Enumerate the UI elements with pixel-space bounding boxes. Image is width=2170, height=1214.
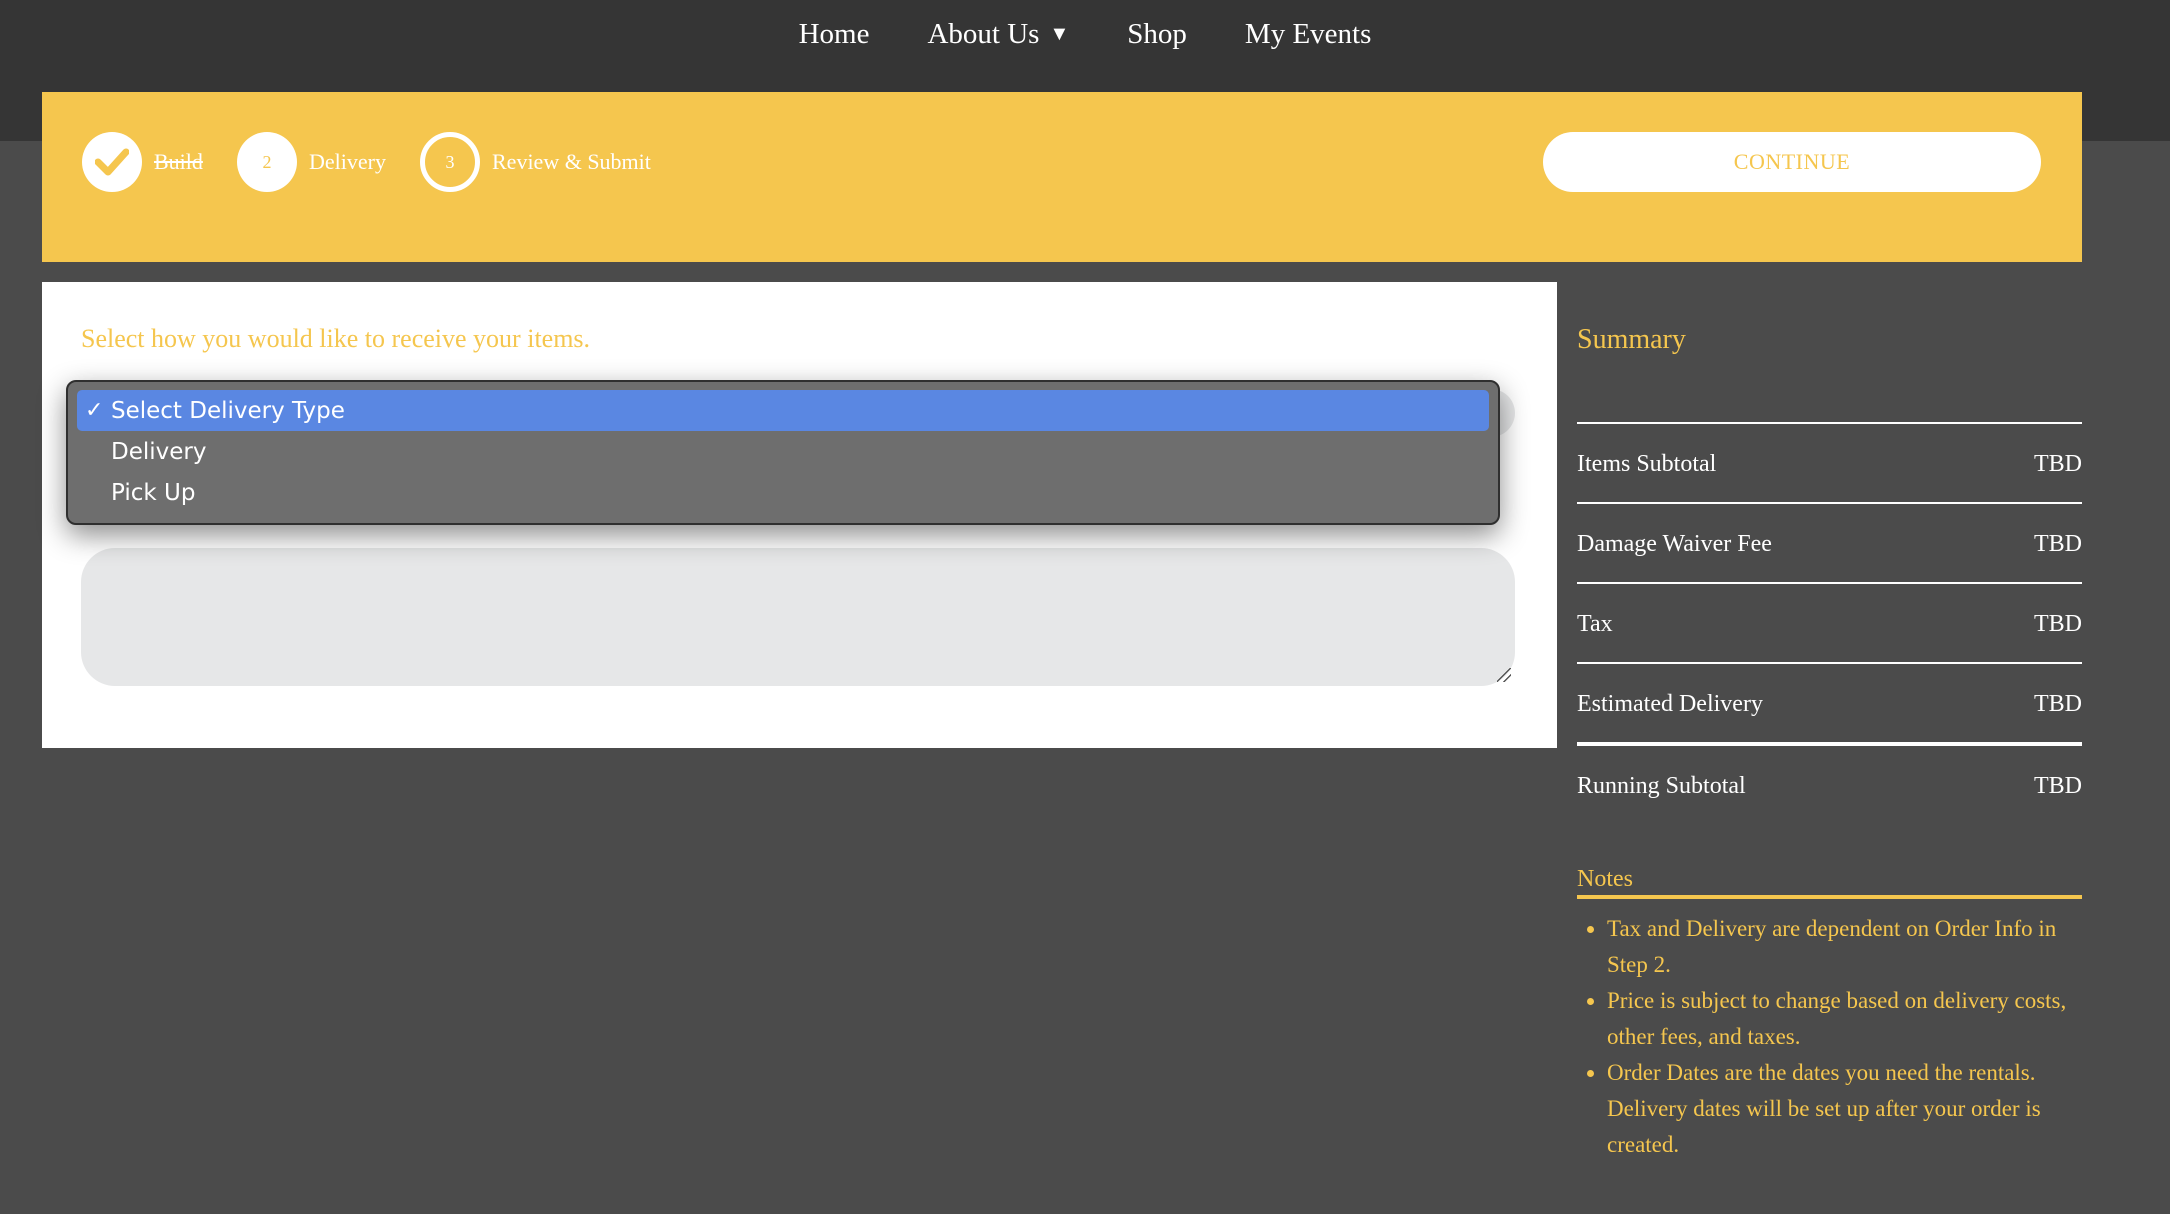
summary-row-tax: Tax TBD	[1577, 582, 2082, 664]
nav-about-us-label: About Us	[927, 18, 1040, 50]
option-pick-up[interactable]: Pick Up	[77, 472, 1489, 513]
step-build[interactable]: Build	[82, 132, 203, 192]
nav-shop[interactable]: Shop	[1127, 18, 1187, 51]
list-item: Tax and Delivery are dependent on Order …	[1607, 911, 2082, 983]
order-notes-textarea[interactable]	[81, 548, 1515, 686]
notes-title: Notes	[1577, 866, 2082, 899]
nav-about-us[interactable]: About Us ▼	[927, 18, 1069, 51]
summary-label: Estimated Delivery	[1577, 690, 1763, 717]
summary-value: TBD	[2034, 772, 2082, 799]
notes-list: Tax and Delivery are dependent on Order …	[1577, 911, 2082, 1163]
summary-label: Items Subtotal	[1577, 450, 1717, 477]
step-review-submit-label: Review & Submit	[492, 149, 651, 174]
delivery-type-dropdown: ✓ Select Delivery Type Delivery Pick Up	[66, 380, 1500, 525]
summary-value: TBD	[2034, 690, 2082, 717]
nav-menu: Home About Us ▼ Shop My Events	[0, 18, 2170, 51]
nav-my-events-label: My Events	[1244, 18, 1372, 50]
checkmark-icon	[82, 132, 142, 192]
nav-shop-label: Shop	[1127, 18, 1187, 50]
step-number-2: 2	[237, 132, 297, 192]
option-label: Delivery	[111, 438, 207, 465]
step-review-submit[interactable]: 3 Review & Submit	[420, 132, 651, 192]
summary-value: TBD	[2034, 610, 2082, 637]
option-delivery[interactable]: Delivery	[77, 431, 1489, 472]
option-select-delivery-type[interactable]: ✓ Select Delivery Type	[77, 390, 1489, 431]
summary-row-damage-waiver: Damage Waiver Fee TBD	[1577, 502, 2082, 584]
delivery-instruction: Select how you would like to receive you…	[81, 324, 591, 353]
list-item: Order Dates are the dates you need the r…	[1607, 1055, 2082, 1163]
summary-title: Summary	[1577, 324, 1686, 355]
continue-button[interactable]: CONTINUE	[1543, 132, 2041, 192]
summary-row-estimated-delivery: Estimated Delivery TBD	[1577, 662, 2082, 744]
summary-label: Tax	[1577, 610, 1613, 637]
nav-home-label: Home	[798, 18, 870, 50]
step-delivery-label: Delivery	[309, 149, 386, 174]
nav-my-events[interactable]: My Events	[1245, 18, 1371, 51]
summary-label: Damage Waiver Fee	[1577, 530, 1772, 557]
summary-value: TBD	[2034, 450, 2082, 477]
step-number-3: 3	[420, 132, 480, 192]
summary-row-items-subtotal: Items Subtotal TBD	[1577, 422, 2082, 504]
summary-row-running-subtotal: Running Subtotal TBD	[1577, 742, 2082, 826]
option-label: Select Delivery Type	[111, 397, 345, 424]
resize-handle-icon[interactable]	[1497, 668, 1511, 682]
caret-down-icon: ▼	[1049, 23, 1070, 45]
list-item: Price is subject to change based on deli…	[1607, 983, 2082, 1055]
option-label: Pick Up	[111, 479, 196, 506]
summary-value: TBD	[2034, 530, 2082, 557]
checkout-step-bar: Build 2 Delivery 3 Review & Submit CONTI…	[42, 92, 2082, 262]
step-build-label: Build	[154, 149, 203, 174]
step-delivery[interactable]: 2 Delivery	[237, 132, 386, 192]
summary-label: Running Subtotal	[1577, 772, 1746, 799]
check-icon: ✓	[85, 398, 104, 423]
nav-home[interactable]: Home	[799, 18, 870, 51]
